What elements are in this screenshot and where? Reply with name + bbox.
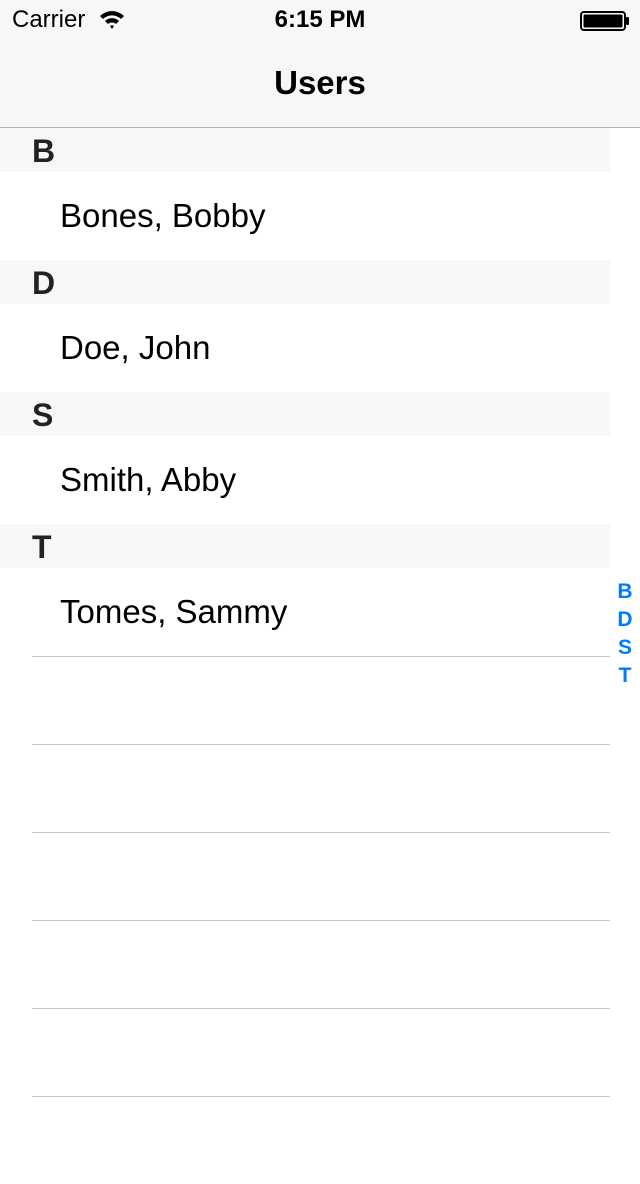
section-header-t: T xyxy=(0,524,610,568)
status-time: 6:15 PM xyxy=(274,6,366,33)
section-header-s: S xyxy=(0,392,610,436)
section-index[interactable]: B D S T xyxy=(610,578,640,690)
navigation-bar: Carrier 6:15 PM Users xyxy=(0,0,640,128)
page-title: Users xyxy=(274,64,366,101)
list-item[interactable]: Smith, Abby xyxy=(0,436,610,524)
empty-row xyxy=(32,920,610,1008)
empty-row xyxy=(32,656,610,744)
empty-row xyxy=(32,1096,610,1184)
list-item[interactable]: Tomes, Sammy xyxy=(0,568,610,656)
battery-icon xyxy=(580,11,629,31)
section-header-b: B xyxy=(0,128,610,172)
index-item-t[interactable]: T xyxy=(610,662,640,690)
list-item[interactable]: Bones, Bobby xyxy=(0,172,610,260)
user-table: B Bones, Bobby D Doe, John S Smith, Abby… xyxy=(0,128,610,1184)
empty-row xyxy=(32,744,610,832)
index-item-d[interactable]: D xyxy=(610,606,640,634)
empty-row xyxy=(32,832,610,920)
section-header-d: D xyxy=(0,260,610,304)
index-item-b[interactable]: B xyxy=(610,578,640,606)
index-item-s[interactable]: S xyxy=(610,634,640,662)
empty-row xyxy=(32,1008,610,1096)
list-item[interactable]: Doe, John xyxy=(0,304,610,392)
